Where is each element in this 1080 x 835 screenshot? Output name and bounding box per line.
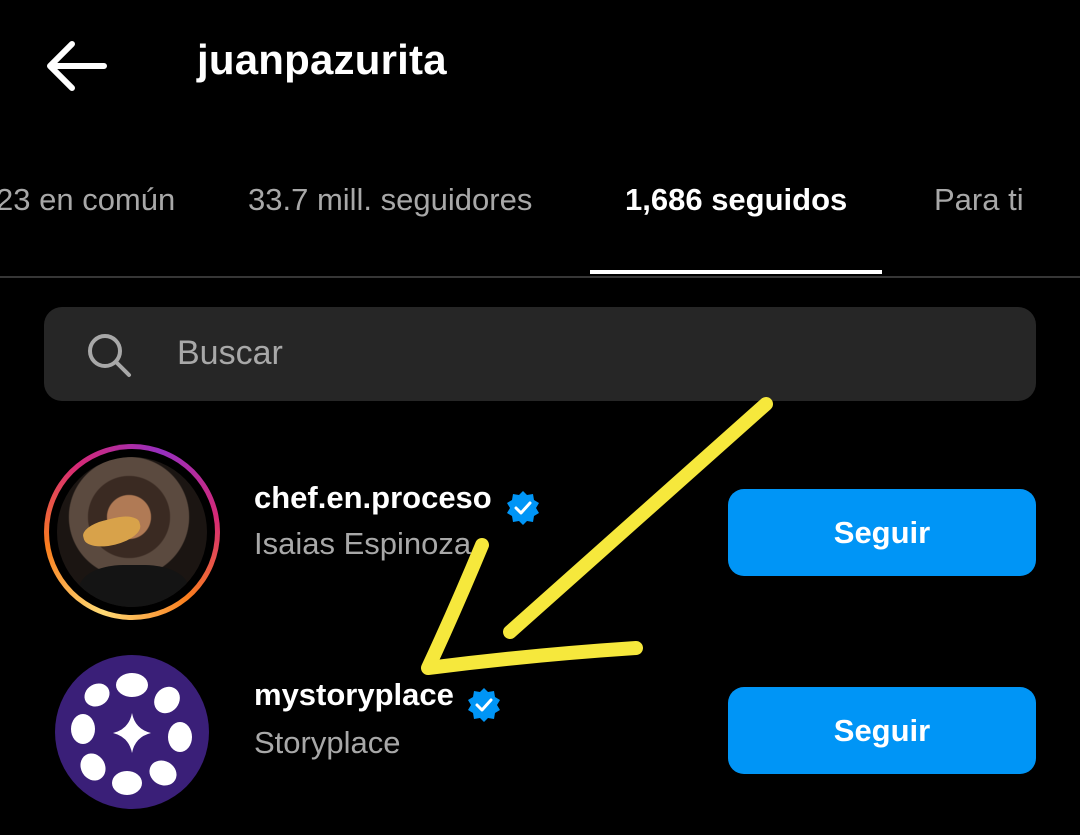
- page-title: juanpazurita: [197, 36, 447, 83]
- search-icon: [88, 334, 131, 377]
- tab-for-you[interactable]: Para ti: [934, 182, 1024, 218]
- tab-following[interactable]: 1,686 seguidos: [625, 182, 847, 218]
- storyplace-logo-icon: [71, 673, 192, 795]
- profile-photo: [57, 457, 207, 607]
- search-input[interactable]: [177, 325, 997, 381]
- tab-in-common[interactable]: 23 en común: [0, 182, 175, 218]
- follow-button[interactable]: Seguir: [728, 489, 1036, 576]
- full-name: Isaias Espinoza: [254, 526, 472, 561]
- user-row[interactable]: chef.en.proceso Isaias Espinoza Seguir: [0, 444, 1080, 624]
- active-tab-indicator: [590, 270, 882, 274]
- full-name: Storyplace: [254, 725, 401, 760]
- follow-button[interactable]: Seguir: [728, 687, 1036, 774]
- username[interactable]: mystoryplace: [254, 677, 454, 713]
- username[interactable]: chef.en.proceso: [254, 480, 492, 516]
- back-button[interactable]: [40, 36, 112, 96]
- avatar-mystoryplace[interactable]: [55, 655, 209, 809]
- top-bar: juanpazurita: [0, 0, 1080, 128]
- user-row[interactable]: mystoryplace Storyplace Seguir: [0, 655, 1080, 835]
- avatar-chef-en-proceso[interactable]: [44, 444, 220, 620]
- tab-followers[interactable]: 33.7 mill. seguidores: [248, 182, 532, 218]
- verified-badge-icon: [507, 491, 539, 525]
- arrow-left-icon: [47, 41, 107, 91]
- verified-badge-icon: [468, 688, 500, 722]
- tab-bar: 23 en común 33.7 mill. seguidores 1,686 …: [0, 160, 1080, 278]
